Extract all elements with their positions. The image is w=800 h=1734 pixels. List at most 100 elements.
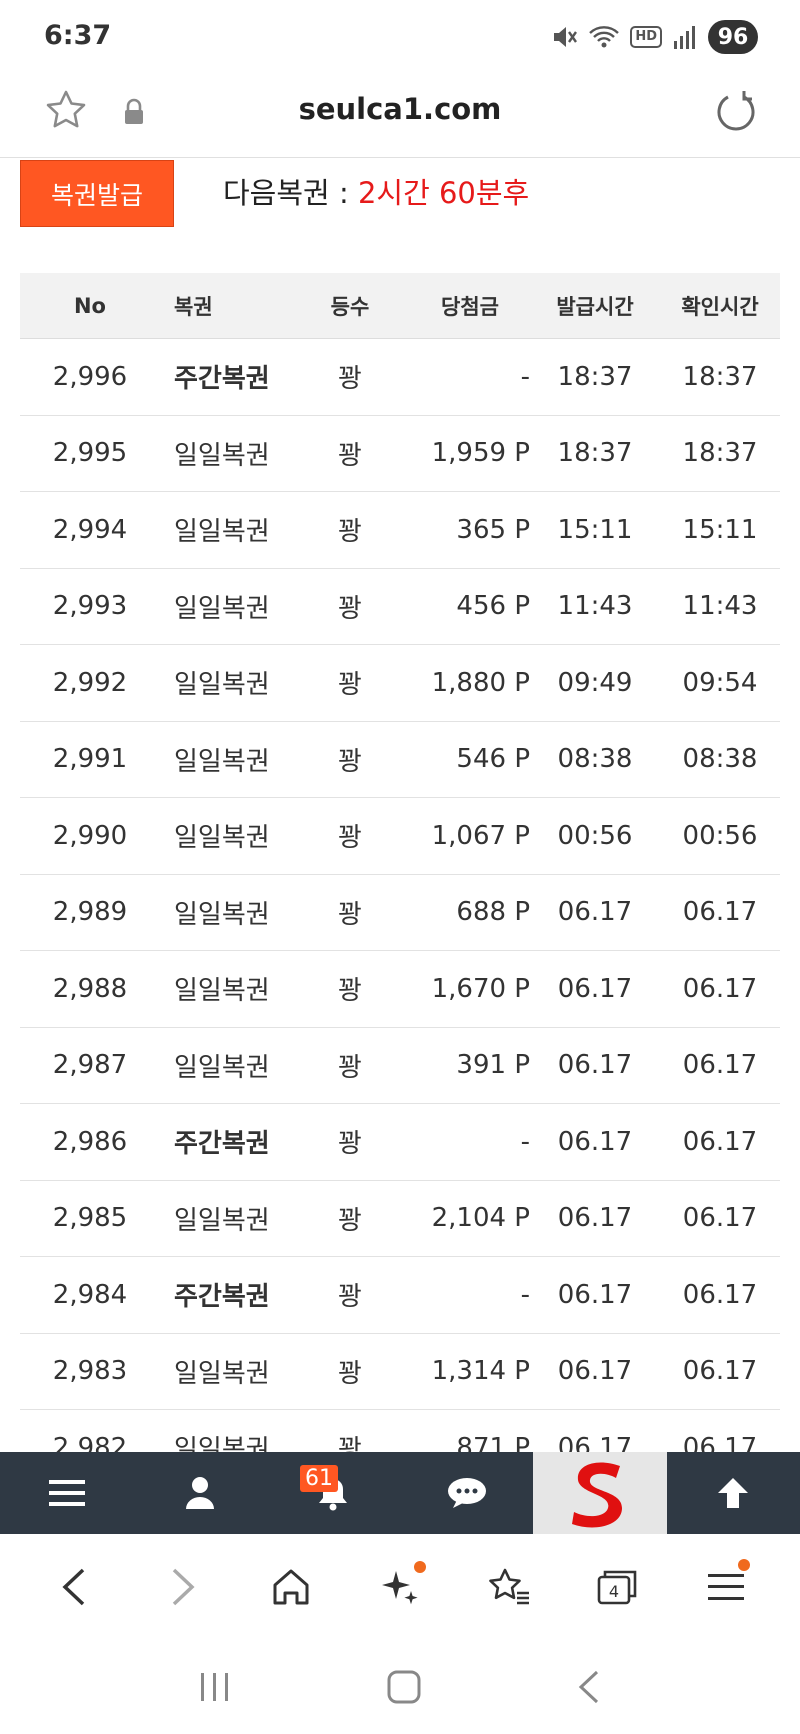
- row-issued: 09:49: [557, 667, 633, 698]
- header-prize: 당첨금: [441, 294, 499, 319]
- recent-apps-icon[interactable]: [197, 1671, 233, 1703]
- row-no: 2,990: [52, 820, 128, 851]
- row-checked: 06.17: [682, 1050, 758, 1081]
- arrow-up-icon: [718, 1478, 749, 1508]
- row-rank: 꽝: [338, 1282, 362, 1313]
- url-text[interactable]: seulca1.com: [0, 92, 800, 126]
- row-rank: 꽝: [338, 746, 362, 777]
- row-prize: 391 P: [456, 1050, 530, 1081]
- home-button-icon[interactable]: [386, 1669, 422, 1705]
- row-no: 2,989: [52, 897, 128, 928]
- row-prize: 1,067 P: [431, 820, 530, 851]
- header-type: 복권: [174, 294, 213, 319]
- row-rank: 꽝: [338, 899, 362, 930]
- row-rank: 꽝: [338, 517, 362, 548]
- row-type: 주간복권: [174, 1282, 270, 1313]
- battery-level: 96: [708, 20, 758, 54]
- row-type: 주간복권: [174, 1129, 270, 1160]
- assistant-dot: [413, 1561, 426, 1573]
- next-lottery-time: 2시간 60분후: [357, 176, 530, 210]
- browser-tabs[interactable]: 4: [587, 1557, 647, 1617]
- row-rank: 꽝: [338, 823, 362, 854]
- browser-back[interactable]: [44, 1557, 104, 1617]
- row-checked: 06.17: [682, 897, 758, 928]
- system-back-icon[interactable]: [575, 1669, 603, 1705]
- row-checked: 15:11: [682, 514, 758, 545]
- status-icons: HD 96: [550, 20, 758, 54]
- row-prize: -: [520, 1279, 530, 1310]
- row-issued: 00:56: [557, 820, 633, 851]
- nav-menu[interactable]: [0, 1452, 133, 1534]
- reload-icon[interactable]: [712, 88, 760, 136]
- nav-chat[interactable]: [400, 1452, 533, 1534]
- row-prize: 456 P: [456, 591, 530, 622]
- row-checked: 06.17: [682, 1279, 758, 1310]
- row-type: 일일복권: [174, 593, 270, 624]
- row-rank: 꽝: [338, 593, 362, 624]
- header-checked: 확인시간: [681, 294, 759, 319]
- table-row: 2,991 일일복권 꽝 546 P 08:38 08:38: [20, 722, 780, 798]
- row-no: 2,983: [52, 1356, 128, 1387]
- bookmarks-icon: [488, 1568, 529, 1605]
- tabs-count: 4: [609, 1582, 619, 1601]
- row-issued: 06.17: [557, 1126, 633, 1157]
- home-icon: [273, 1569, 309, 1605]
- row-type: 일일복권: [174, 746, 270, 777]
- row-issued: 06.17: [557, 1279, 633, 1310]
- browser-assistant[interactable]: [370, 1557, 430, 1617]
- row-no: 2,993: [52, 591, 128, 622]
- lottery-table: No 복권 등수 당첨금 발급시간 확인시간 2,996 주간복권 꽝 -18:37 1…: [20, 273, 780, 1487]
- row-checked: 06.17: [682, 973, 758, 1004]
- row-no: 2,996: [52, 361, 128, 392]
- row-rank: 꽝: [338, 670, 362, 701]
- row-prize: 365 P: [456, 514, 530, 545]
- issue-lottery-button[interactable]: 복권발급: [20, 160, 174, 227]
- menu-dot: [737, 1559, 750, 1571]
- row-prize: 546 P: [456, 744, 530, 775]
- nav-site-logo[interactable]: [533, 1452, 667, 1534]
- row-rank: 꽝: [338, 1129, 362, 1160]
- status-bar: 6:37 HD 96: [0, 0, 800, 74]
- row-issued: 06.17: [557, 1050, 633, 1081]
- sparkle-icon: [381, 1571, 418, 1605]
- row-no: 2,986: [52, 1126, 128, 1157]
- row-checked: 06.17: [682, 1203, 758, 1234]
- row-checked: 18:37: [682, 361, 758, 392]
- row-no: 2,994: [52, 514, 128, 545]
- table-row: 2,986 주간복권 꽝 -06.17 06.17: [20, 1104, 780, 1181]
- browser-menu[interactable]: [696, 1557, 756, 1617]
- row-issued: 06.17: [557, 897, 633, 928]
- nav-scroll-top[interactable]: [667, 1452, 800, 1534]
- nav-user[interactable]: [133, 1452, 266, 1534]
- row-prize: 1,670 P: [431, 973, 530, 1004]
- row-prize: -: [520, 361, 530, 392]
- header-rank: 등수: [330, 294, 370, 319]
- table-row: 2,992 일일복권 꽝 1,880 P 09:49 09:54: [20, 645, 780, 722]
- browser-menu-icon: [707, 1574, 744, 1600]
- row-checked: 18:37: [682, 438, 758, 469]
- browser-home[interactable]: [261, 1557, 321, 1617]
- row-prize: 1,959 P: [431, 438, 530, 469]
- row-type: 일일복권: [174, 976, 270, 1007]
- browser-forward[interactable]: [153, 1557, 213, 1617]
- table-row: 2,983 일일복권 꽝 1,314 P 06.17 06.17: [20, 1334, 780, 1410]
- table-header: No 복권 등수 당첨금 발급시간 확인시간: [20, 273, 780, 339]
- site-bottom-nav: [0, 1452, 800, 1534]
- browser-bookmarks[interactable]: [479, 1557, 539, 1617]
- notification-badge: 61: [300, 1465, 338, 1492]
- row-issued: 18:37: [557, 438, 633, 469]
- menu-icon: [48, 1480, 85, 1506]
- system-nav-bar: [0, 1640, 800, 1734]
- row-type: 일일복권: [174, 1358, 270, 1389]
- user-icon: [185, 1477, 214, 1509]
- table-row: 2,996 주간복권 꽝 -18:37 18:37: [20, 339, 780, 416]
- row-rank: 꽝: [338, 976, 362, 1007]
- back-icon: [62, 1568, 85, 1606]
- mute-icon: [554, 27, 578, 47]
- row-issued: 15:11: [557, 514, 633, 545]
- table-row: 2,993 일일복권 꽝 456 P 11:43 11:43: [20, 569, 780, 645]
- signal-icon: [674, 26, 695, 49]
- row-issued: 18:37: [557, 361, 633, 392]
- table-row: 2,985 일일복권 꽝 2,104 P 06.17 06.17: [20, 1181, 780, 1257]
- table-row: 2,990 일일복권 꽝 1,067 P 00:56 00:56: [20, 798, 780, 875]
